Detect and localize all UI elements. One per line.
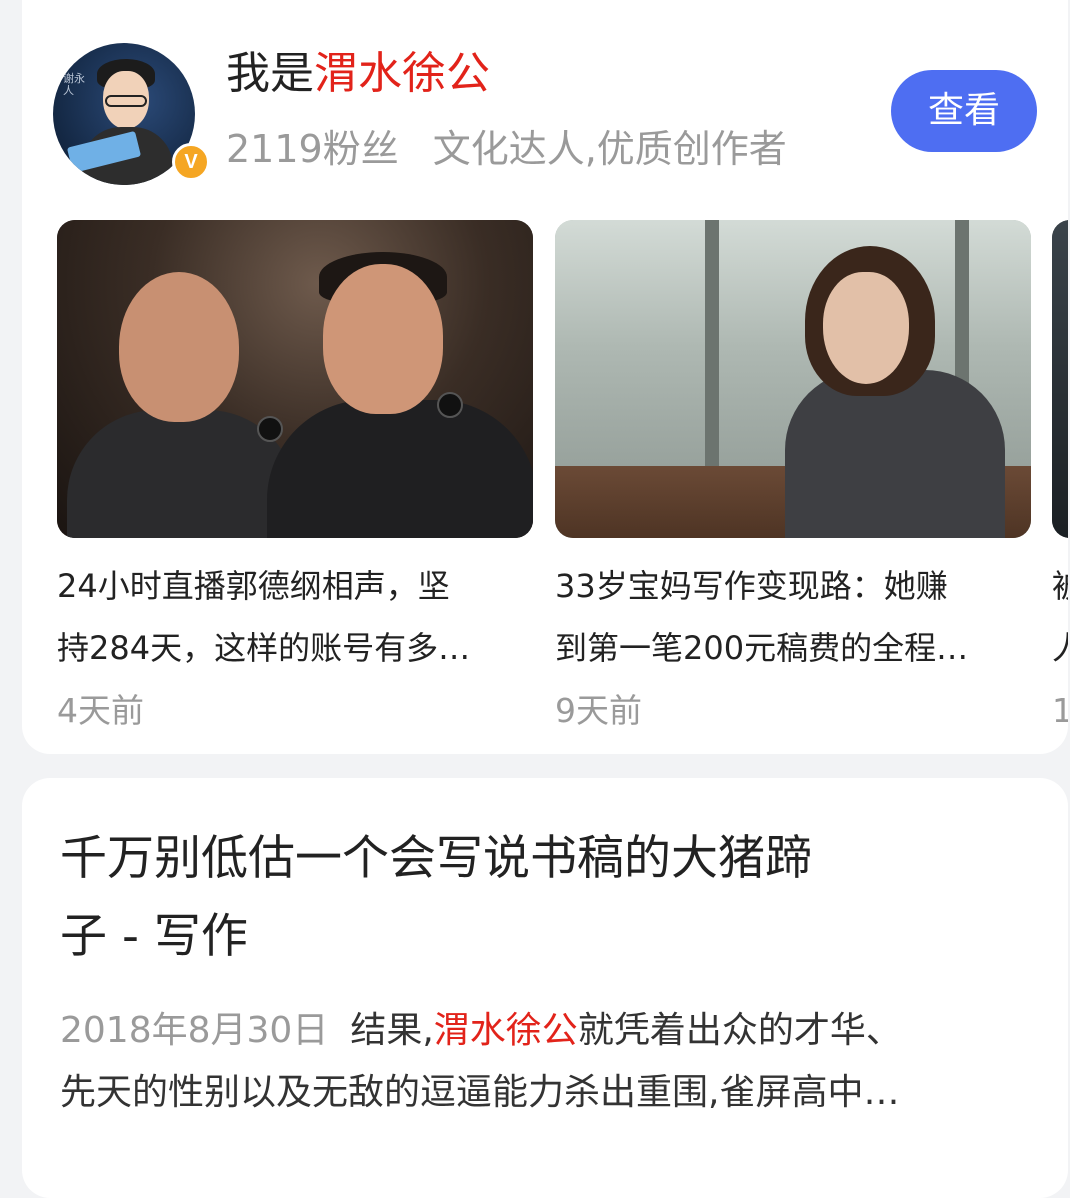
thumb-figure-head — [323, 264, 443, 414]
result-title[interactable]: 千万别低估一个会写说书稿的大猪蹄 子 - 写作 — [60, 820, 1020, 976]
author-name[interactable]: 我是渭水徐公 — [226, 46, 490, 102]
result-snippet-highlight: 渭水徐公 — [433, 1010, 578, 1051]
article-time: 9天前 — [555, 691, 642, 730]
thumb-figure-robe — [267, 400, 533, 538]
result-snippet-text: 结果, — [350, 1010, 434, 1051]
article-title[interactable]: 24小时直播郭德纲相声，坚 持284天，这样的账号有多… — [57, 555, 533, 679]
result-snippet-line: 2018年8月30日 结果,渭水徐公就凭着出众的才华、 — [60, 1000, 1020, 1062]
article-thumbnail[interactable] — [1052, 220, 1068, 538]
article-thumbnail[interactable] — [555, 220, 1031, 538]
result-snippet-line: 先天的性别以及无敌的逗逼能力杀出重围,雀屏高中… — [60, 1072, 900, 1113]
article-title[interactable]: 33岁宝妈写作变现路：她赚 到第一笔200元稿费的全程… — [555, 555, 1031, 679]
avatar-calligraphy: 谢永人 — [63, 72, 85, 97]
article-thumbnail[interactable] — [57, 220, 533, 538]
result-title-line: 子 - 写作 — [60, 909, 248, 964]
result-snippet: 2018年8月30日 结果,渭水徐公就凭着出众的才华、 先天的性别以及无敌的逗逼能… — [60, 1000, 1020, 1124]
verified-badge-icon: V — [172, 143, 210, 181]
thumb-figure-head — [119, 272, 239, 422]
thumb-window-pole — [705, 220, 719, 470]
author-card: 谢永人 V 我是渭水徐公 2119粉丝 文化达人,优质创作者 查看 24小时直播郭… — [22, 0, 1068, 754]
article-title-line: 33岁宝妈写作变现路：她赚 — [555, 567, 948, 605]
author-name-prefix: 我是 — [226, 48, 314, 99]
article-title-line: 被 — [1052, 555, 1068, 617]
thumb-figure-face — [823, 272, 909, 384]
article-time: 1 — [1052, 691, 1068, 730]
author-meta: 2119粉丝 文化达人,优质创作者 — [226, 124, 787, 174]
article-time: 4天前 — [57, 691, 144, 730]
author-name-highlight: 渭水徐公 — [314, 48, 490, 99]
thumb-background — [1052, 220, 1068, 538]
author-tags: 文化达人,优质创作者 — [432, 127, 787, 171]
author-fans-count: 2119粉丝 — [226, 127, 399, 171]
article-title-line: 人 — [1052, 617, 1068, 679]
thumb-figure-coat — [785, 370, 1005, 538]
result-snippet-text: 就凭着出众的才华、 — [577, 1010, 902, 1051]
result-date: 2018年8月30日 — [60, 1010, 329, 1051]
microphone-icon — [257, 416, 283, 442]
article-title-line: 24小时直播郭德纲相声，坚 — [57, 567, 450, 605]
microphone-icon — [437, 392, 463, 418]
article-title-line: 持284天，这样的账号有多… — [57, 629, 471, 667]
article-title[interactable]: 被 人 — [1052, 555, 1068, 679]
view-profile-button[interactable]: 查看 — [891, 70, 1037, 152]
search-result-card[interactable]: 千万别低估一个会写说书稿的大猪蹄 子 - 写作 2018年8月30日 结果,渭水徐… — [22, 778, 1068, 1198]
article-title-line: 到第一笔200元稿费的全程… — [555, 629, 969, 667]
avatar-glasses — [105, 95, 147, 107]
result-title-line: 千万别低估一个会写说书稿的大猪蹄 — [60, 831, 812, 886]
